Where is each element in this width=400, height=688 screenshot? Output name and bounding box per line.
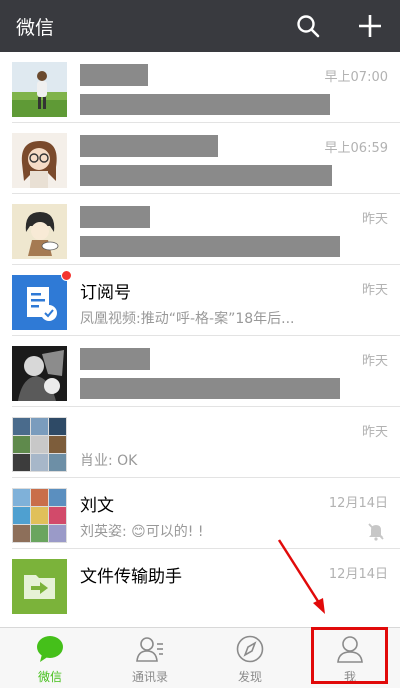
- redacted-name: [80, 135, 218, 157]
- chat-name: 刘文: [80, 496, 114, 516]
- plus-icon: [359, 15, 381, 37]
- chat-time: 12月14日: [328, 496, 388, 511]
- chat-time: 早上06:59: [324, 141, 388, 156]
- chat-item[interactable]: 早上07:00: [0, 52, 400, 123]
- avatar: [12, 488, 67, 543]
- chat-preview: 刘英姿: 😊可以的! !: [80, 524, 204, 540]
- chat-time: 12月14日: [328, 567, 388, 582]
- chat-item-subscriptions[interactable]: 订阅号 凤凰视频:推动“呼-格-案”18年后... 昨天: [0, 265, 400, 336]
- redacted-name: [80, 348, 150, 370]
- chat-item[interactable]: 昨天: [0, 194, 400, 265]
- chat-name: 订阅号: [80, 283, 131, 303]
- tab-chats[interactable]: 微信: [0, 628, 100, 688]
- chat-time: 早上07:00: [324, 70, 388, 85]
- redacted-preview: [80, 236, 340, 257]
- chat-name: 文件传输助手: [80, 567, 182, 587]
- avatar: [12, 133, 67, 188]
- chat-time: 昨天: [361, 354, 388, 369]
- chat-preview: 凤凰视频:推动“呼-格-案”18年后...: [80, 311, 295, 327]
- chat-preview: 肖业: OK: [80, 453, 138, 469]
- compass-icon: [236, 635, 264, 663]
- chat-item-file-transfer[interactable]: 文件传输助手 12月14日: [0, 549, 400, 620]
- search-icon: [297, 15, 320, 38]
- tab-label: 发现: [237, 670, 262, 684]
- top-bar: 微信: [0, 0, 400, 52]
- file-transfer-icon: [12, 559, 67, 614]
- avatar: [12, 417, 67, 472]
- redacted-preview: [80, 94, 330, 115]
- search-button[interactable]: [294, 12, 322, 40]
- annotation-highlight-box: [311, 627, 388, 684]
- tab-label: 微信: [37, 670, 62, 684]
- avatar: [12, 275, 67, 330]
- chat-item[interactable]: 昨天: [0, 336, 400, 407]
- add-button[interactable]: [356, 12, 384, 40]
- unread-dot: [61, 270, 72, 281]
- redacted-preview: [80, 378, 340, 399]
- redacted-name: [80, 206, 150, 228]
- chat-time: 昨天: [361, 283, 388, 298]
- subscription-icon: [12, 275, 67, 330]
- tab-contacts[interactable]: 通讯录: [100, 628, 200, 688]
- avatar: [12, 559, 67, 614]
- redacted-name: [80, 64, 148, 86]
- chat-bubble-icon: [37, 636, 63, 662]
- chat-item[interactable]: 早上06:59: [0, 123, 400, 194]
- tab-discover[interactable]: 发现: [200, 628, 300, 688]
- redacted-preview: [80, 165, 332, 186]
- chat-item-group[interactable]: 刘文 刘英姿: 😊可以的! ! 12月14日: [0, 478, 400, 549]
- avatar: [12, 204, 67, 259]
- contacts-icon: [136, 637, 163, 662]
- chat-list: 早上07:00 早上06:59 昨天 订阅号 凤凰视频:推动“呼-格-案”18年…: [0, 52, 400, 627]
- chat-item-group[interactable]: 肖业: OK 昨天: [0, 407, 400, 478]
- chat-time: 昨天: [361, 212, 388, 227]
- mute-bell-icon: [368, 523, 384, 541]
- avatar: [12, 62, 67, 117]
- chat-time: 昨天: [361, 425, 388, 440]
- tab-label: 通讯录: [131, 670, 168, 684]
- app-title: 微信: [16, 17, 55, 39]
- avatar: [12, 346, 67, 401]
